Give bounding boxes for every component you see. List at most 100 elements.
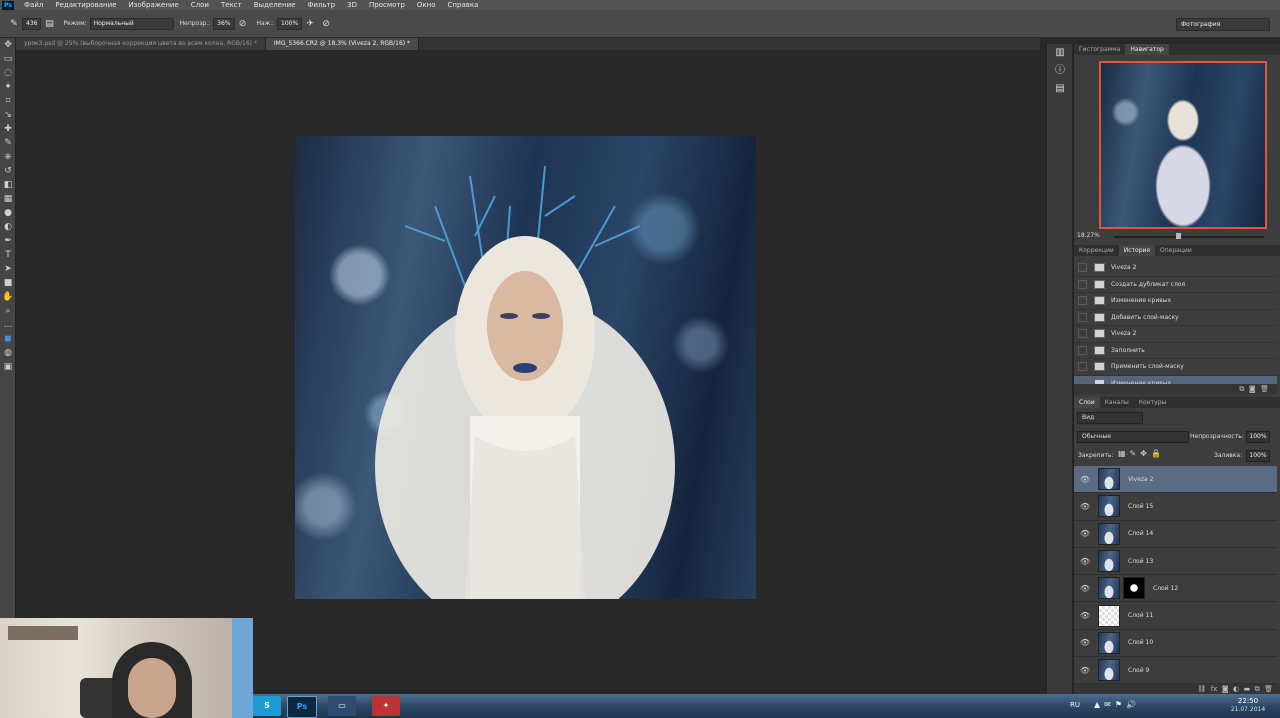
eyedropper-tool-icon[interactable]: ↘ <box>0 108 16 122</box>
layer-filter-select[interactable]: Вид <box>1077 412 1143 424</box>
flow-field[interactable]: 100% <box>277 17 303 30</box>
document-image[interactable] <box>295 136 756 599</box>
screen-mode-icon[interactable]: ▣ <box>0 360 16 374</box>
layer-name[interactable]: Viveza 2 <box>1128 476 1153 483</box>
history-source-checkbox[interactable] <box>1078 312 1087 322</box>
tab-paths[interactable]: Контуры <box>1134 397 1171 408</box>
history-item[interactable]: Viveza 2 <box>1074 260 1277 277</box>
airbrush-icon[interactable]: ✈ <box>305 19 315 29</box>
move-tool-icon[interactable]: ✥ <box>0 38 16 52</box>
shape-tool-icon[interactable]: ■ <box>0 276 16 290</box>
menu-filter[interactable]: Фильтр <box>301 0 341 10</box>
eraser-tool-icon[interactable]: ◧ <box>0 178 16 192</box>
blend-mode-select[interactable]: Обычные <box>1077 431 1189 443</box>
menu-text[interactable]: Текст <box>215 0 248 10</box>
eye-icon[interactable]: 👁 <box>1078 611 1092 620</box>
menu-3d[interactable]: 3D <box>341 0 363 10</box>
doc-tab-lesson[interactable]: урок3.psd @ 25% (выборочная коррекция цв… <box>16 38 266 50</box>
eye-icon[interactable]: 👁 <box>1078 475 1092 484</box>
layer-row[interactable]: 👁 Слой 10 <box>1074 630 1277 658</box>
crop-tool-icon[interactable]: ⌗ <box>0 94 16 108</box>
link-layers-icon[interactable]: ⛓ <box>1197 685 1206 693</box>
histogram-panel-icon[interactable]: ▥ <box>1047 44 1073 62</box>
layer-name[interactable]: Слой 10 <box>1128 639 1153 646</box>
history-item[interactable]: Изменение кривых <box>1074 293 1277 310</box>
brush-panel-icon[interactable]: ▤ <box>44 19 54 29</box>
layer-name[interactable]: Слой 12 <box>1153 585 1178 592</box>
magic-wand-tool-icon[interactable]: ✦ <box>0 80 16 94</box>
quick-mask-icon[interactable]: ◍ <box>0 346 16 360</box>
menu-window[interactable]: Окно <box>411 0 442 10</box>
history-source-checkbox[interactable] <box>1078 345 1087 355</box>
layer-name[interactable]: Слой 9 <box>1128 667 1149 674</box>
more-tools-icon[interactable]: … <box>0 318 16 332</box>
pen-tool-icon[interactable]: ✒ <box>0 234 16 248</box>
pdf-reader-taskbar-icon[interactable]: ✦ <box>372 696 400 716</box>
eye-icon[interactable]: 👁 <box>1078 638 1092 647</box>
new-snapshot-icon[interactable]: ◙ <box>1249 385 1256 393</box>
history-source-checkbox[interactable] <box>1078 279 1087 289</box>
adjustment-layer-icon[interactable]: ◐ <box>1233 685 1239 693</box>
layer-name[interactable]: Слой 14 <box>1128 530 1153 537</box>
history-item[interactable]: Применить слой-маску <box>1074 359 1277 376</box>
history-source-checkbox[interactable] <box>1078 296 1087 306</box>
history-item[interactable]: Viveza 2 <box>1074 326 1277 343</box>
layer-row[interactable]: 👁 Слой 11 <box>1074 602 1277 630</box>
tab-actions[interactable]: Операции <box>1155 245 1197 256</box>
layer-mask-thumbnail[interactable] <box>1123 577 1145 600</box>
tab-histogram[interactable]: Гистограмма <box>1074 44 1125 55</box>
zoom-tool-icon[interactable]: ⌕ <box>0 304 16 318</box>
type-tool-icon[interactable]: T <box>0 248 16 262</box>
eye-icon[interactable]: 👁 <box>1078 584 1092 593</box>
blur-tool-icon[interactable]: ● <box>0 206 16 220</box>
language-indicator[interactable]: RU <box>1070 701 1080 709</box>
history-item[interactable]: Заполнить <box>1074 343 1277 359</box>
info-panel-icon[interactable]: ⓘ <box>1047 62 1073 80</box>
navigator-zoom[interactable]: 18.27% <box>1077 232 1100 239</box>
fill-field[interactable]: 100% <box>1246 450 1270 462</box>
delete-state-icon[interactable]: 🗑 <box>1260 385 1269 393</box>
navigator-thumbnail[interactable] <box>1099 61 1267 229</box>
dodge-tool-icon[interactable]: ◐ <box>0 220 16 234</box>
history-item[interactable]: Создать дубликат слоя <box>1074 277 1277 293</box>
new-layer-icon[interactable]: ⧉ <box>1255 685 1260 693</box>
clock-date[interactable]: 21.07.2014 <box>1228 706 1268 713</box>
brush-size-field[interactable]: 436 <box>22 17 42 30</box>
skype-taskbar-icon[interactable]: S <box>253 696 281 716</box>
layer-name[interactable]: Слой 15 <box>1128 503 1153 510</box>
opacity-field[interactable]: 36% <box>213 17 235 30</box>
tab-layers[interactable]: Слои <box>1074 397 1100 408</box>
pressure-opacity-icon[interactable]: ⊘ <box>238 19 248 29</box>
menu-file[interactable]: Файл <box>18 0 49 10</box>
gradient-tool-icon[interactable]: ▦ <box>0 192 16 206</box>
tab-navigator[interactable]: Навигатор <box>1125 44 1169 55</box>
color-swatches-icon[interactable]: ◼ <box>0 332 16 346</box>
lasso-tool-icon[interactable]: ◌ <box>0 66 16 80</box>
layer-row[interactable]: 👁 Слой 14 <box>1074 521 1277 548</box>
history-source-checkbox[interactable] <box>1078 362 1087 372</box>
layer-row[interactable]: 👁 Слой 9 <box>1074 657 1277 685</box>
doc-tab-img[interactable]: IMG_5366.CR2 @ 18,3% (Viveza 2, RGB/16) … <box>265 38 420 50</box>
tab-history[interactable]: История <box>1118 245 1156 256</box>
menu-layers[interactable]: Слои <box>185 0 215 10</box>
properties-panel-icon[interactable]: ▤ <box>1047 80 1073 98</box>
eye-icon[interactable]: 👁 <box>1078 529 1092 538</box>
workspace-select[interactable]: Фотография <box>1176 18 1270 31</box>
remote-desktop-taskbar-icon[interactable]: ▭ <box>328 696 356 716</box>
delete-layer-icon[interactable]: 🗑 <box>1264 685 1273 693</box>
tab-adjustments[interactable]: Коррекции <box>1074 245 1119 256</box>
history-source-checkbox[interactable] <box>1078 263 1087 273</box>
marquee-tool-icon[interactable]: ▭ <box>0 52 16 66</box>
stamp-tool-icon[interactable]: ⎈ <box>0 150 16 164</box>
new-group-icon[interactable]: ▬ <box>1244 685 1251 693</box>
tab-channels[interactable]: Каналы <box>1100 397 1134 408</box>
layer-style-icon[interactable]: fx <box>1211 685 1218 693</box>
history-item[interactable]: Добавить слой-маску <box>1074 310 1277 326</box>
brush-tool-icon[interactable]: ✎ <box>0 136 16 150</box>
add-mask-icon[interactable]: ◙ <box>1222 685 1229 693</box>
brush-tool-icon[interactable]: ✎ <box>9 19 19 29</box>
layer-row-selected[interactable]: 👁 Viveza 2 <box>1074 466 1277 494</box>
pressure-size-icon[interactable]: ⊘ <box>321 19 331 29</box>
menu-image[interactable]: Изображение <box>122 0 184 10</box>
layer-name[interactable]: Слой 13 <box>1128 558 1153 565</box>
